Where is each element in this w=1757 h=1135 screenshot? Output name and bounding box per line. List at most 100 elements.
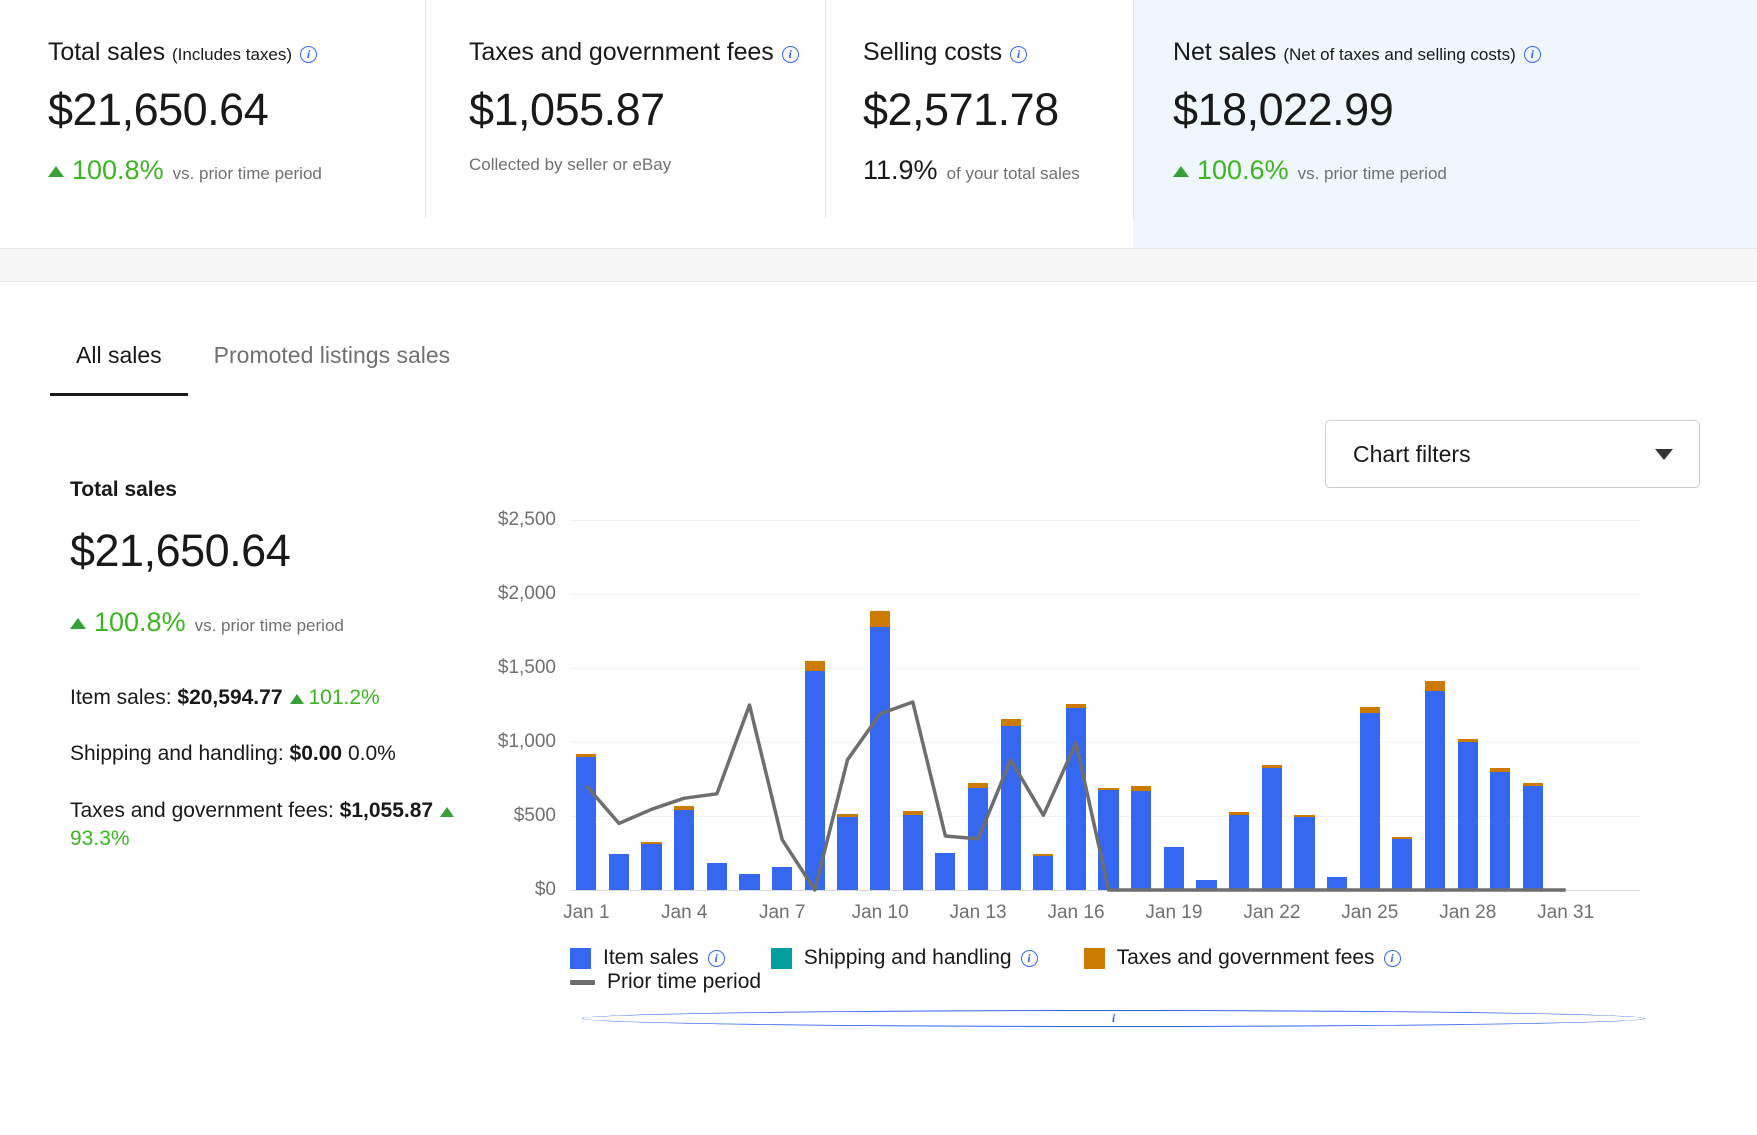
chart-bar[interactable] xyxy=(1321,520,1354,890)
kpi-title: Taxes and government fees xyxy=(469,38,774,66)
tab-all-sales[interactable]: All sales xyxy=(50,342,188,396)
bar-segment xyxy=(804,670,825,890)
chart-bar[interactable] xyxy=(962,520,995,890)
bar-segment xyxy=(1424,681,1446,691)
chart-bar[interactable] xyxy=(929,520,962,890)
chart-bar[interactable] xyxy=(994,520,1027,890)
chart-bar[interactable] xyxy=(1223,520,1256,890)
chart-bar[interactable] xyxy=(1158,520,1191,890)
chart-bar[interactable] xyxy=(896,520,929,890)
chart-bar[interactable] xyxy=(1451,520,1484,890)
kpi-header: Net sales (Net of taxes and selling cost… xyxy=(1173,38,1757,67)
y-axis-label: $1,500 xyxy=(497,657,556,678)
chart-bar[interactable] xyxy=(635,520,668,890)
chart-bar[interactable] xyxy=(1353,520,1386,890)
kpi-footer: 11.9% of your total sales xyxy=(863,155,1133,186)
trend-up-icon xyxy=(289,694,304,704)
chart-bar[interactable] xyxy=(1125,520,1158,890)
kpi-card-selling-costs: Selling costs i $2,571.78 11.9% of your … xyxy=(825,0,1133,248)
x-axis-tick-label: Jan 4 xyxy=(661,902,708,923)
legend-item[interactable]: Taxes and government fees i xyxy=(1083,946,1401,970)
x-axis-tick-label: Jan 13 xyxy=(949,902,1007,923)
chart-bar[interactable] xyxy=(603,520,636,890)
trend-up-icon xyxy=(440,806,455,817)
kpi-footer: 100.6% vs. prior time period xyxy=(1173,155,1757,186)
chart-bar[interactable] xyxy=(1288,520,1321,890)
legend-swatch-icon xyxy=(1083,947,1105,969)
chart-bar[interactable] xyxy=(766,520,799,890)
info-icon[interactable]: i xyxy=(1523,46,1541,63)
chart-bar[interactable] xyxy=(1419,520,1452,890)
row-pct: 93.3% xyxy=(70,827,130,851)
chart-bar[interactable] xyxy=(570,520,603,890)
x-axis-tick-label: Jan 22 xyxy=(1243,902,1301,923)
sales-chart-area: Chart filters $0 $500 $1,000 $1,500 $2,000 $2… xyxy=(497,396,1757,1027)
row-pct: 101.2% xyxy=(308,686,380,709)
bar-segment xyxy=(608,854,630,890)
chart-bar[interactable] xyxy=(1060,520,1093,890)
kpi-delta-note: of your total sales xyxy=(946,164,1080,183)
kpi-delta-note: vs. prior time period xyxy=(1297,164,1447,183)
bar-segment xyxy=(869,611,891,627)
trend-up-icon xyxy=(70,618,86,629)
chart-bar[interactable] xyxy=(798,520,831,890)
kpi-delta: 100.8% xyxy=(72,155,164,185)
kpi-card-total-sales: Total sales (Includes taxes) i $21,650.6… xyxy=(0,0,425,248)
x-axis-tick-label: Jan 31 xyxy=(1537,902,1595,923)
bar-segment xyxy=(576,756,597,890)
bar-segment xyxy=(706,863,727,890)
summary-delta: 100.8% vs. prior time period xyxy=(70,607,500,638)
chart-bar[interactable] xyxy=(1255,520,1288,890)
x-axis-tick-label: Jan 10 xyxy=(851,902,909,923)
kpi-card-net-sales: Net sales (Net of taxes and selling cost… xyxy=(1133,0,1757,248)
chart-bar[interactable] xyxy=(1484,520,1517,890)
legend-item[interactable]: Item sales i xyxy=(570,946,725,970)
info-icon[interactable]: i xyxy=(300,46,318,63)
info-icon[interactable]: i xyxy=(1020,949,1038,967)
kpi-delta-note: Collected by seller or eBay xyxy=(469,155,672,174)
row-label: Shipping and handling: xyxy=(70,742,284,766)
legend-item[interactable]: Shipping and handling i xyxy=(770,946,1038,970)
kpi-strip: Total sales (Includes taxes) i $21,650.6… xyxy=(0,0,1757,248)
info-icon[interactable]: i xyxy=(1383,949,1401,967)
kpi-value: $1,055.87 xyxy=(469,84,665,135)
chart-filters-dropdown[interactable]: Chart filters xyxy=(1325,420,1700,488)
trend-up-icon xyxy=(1173,166,1189,177)
info-icon[interactable]: i xyxy=(1010,46,1028,63)
bar-segment xyxy=(739,873,760,890)
x-axis-tick-label: Jan 19 xyxy=(1145,902,1203,923)
kpi-value: $18,022.99 xyxy=(1173,84,1394,135)
bar-segment xyxy=(674,810,695,890)
legend-item[interactable]: Prior time period xyxy=(570,970,761,994)
info-icon[interactable]: i xyxy=(582,1010,1645,1027)
info-icon[interactable]: i xyxy=(707,949,725,967)
chart-bar[interactable] xyxy=(1027,520,1060,890)
row-value: $20,594.77 xyxy=(177,686,283,709)
bar-segment xyxy=(869,626,891,890)
x-axis-tick-label: Jan 16 xyxy=(1047,902,1105,923)
chart-bar[interactable] xyxy=(831,520,864,890)
x-axis-tick-label: Jan 25 xyxy=(1341,902,1399,923)
bar-segment xyxy=(1392,838,1413,890)
chart-bar[interactable] xyxy=(864,520,897,890)
chart-bar[interactable] xyxy=(701,520,734,890)
tab-promoted-listings-sales[interactable]: Promoted listings sales xyxy=(188,342,477,396)
kpi-value: $2,571.78 xyxy=(863,84,1059,135)
chart-bar[interactable] xyxy=(1517,520,1550,890)
kpi-title: Total sales xyxy=(48,38,166,66)
info-icon[interactable]: i xyxy=(781,46,799,63)
chart-bar[interactable] xyxy=(1190,520,1223,890)
kpi-header: Total sales (Includes taxes) i xyxy=(48,38,425,67)
chevron-down-icon xyxy=(1655,448,1673,460)
chart-bar[interactable] xyxy=(733,520,766,890)
bar-segment xyxy=(902,814,923,890)
chart-bar[interactable] xyxy=(668,520,701,890)
row-label: Item sales: xyxy=(70,686,172,709)
chart-bar[interactable] xyxy=(1386,520,1419,890)
bar-segment xyxy=(1131,790,1152,890)
chart-bar[interactable] xyxy=(1549,520,1582,890)
legend-label: Shipping and handling xyxy=(803,946,1012,969)
bar-segment xyxy=(1163,847,1184,890)
bar-segment xyxy=(772,867,793,890)
chart-bar[interactable] xyxy=(1092,520,1125,890)
